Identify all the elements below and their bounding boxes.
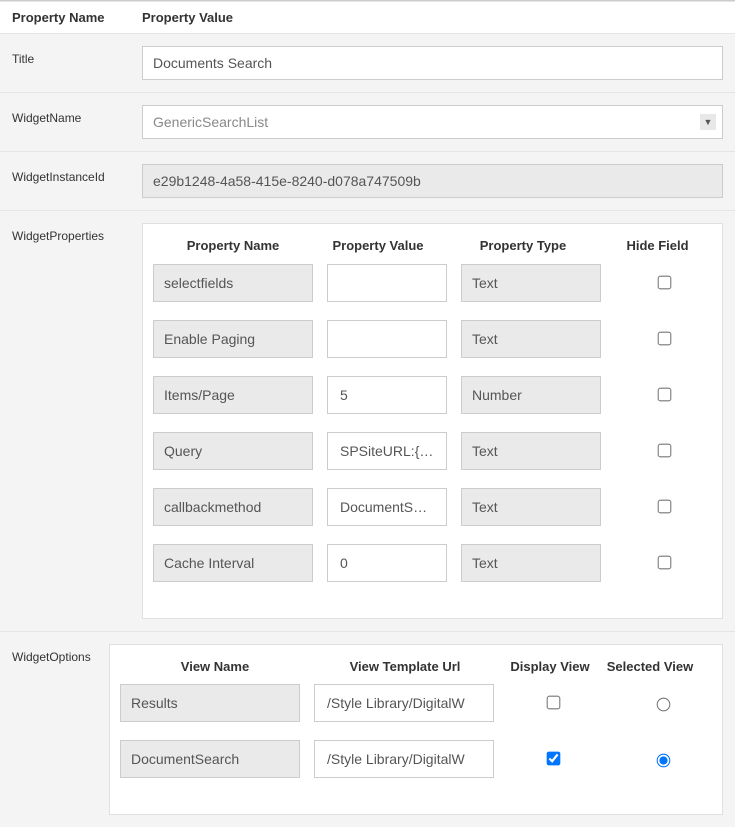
property-name-cell: Enable Paging (153, 320, 313, 358)
row-widget-properties: WidgetProperties Property Name Property … (0, 211, 735, 632)
widget-properties-panel: Property Name Property Value Property Ty… (142, 223, 723, 619)
property-value-cell[interactable] (327, 488, 447, 526)
property-value-cell[interactable] (327, 432, 447, 470)
props-header-type: Property Type (443, 238, 603, 254)
header-property-name: Property Name (12, 10, 142, 25)
property-name-cell: callbackmethod (153, 488, 313, 526)
props-header-hide: Hide Field (603, 238, 712, 254)
hide-field-checkbox[interactable] (657, 276, 671, 290)
input-title[interactable] (142, 46, 723, 80)
property-value-input[interactable] (338, 377, 436, 413)
property-value-input[interactable] (338, 545, 436, 581)
hide-field-checkbox[interactable] (657, 500, 671, 514)
header-property-value: Property Value (142, 10, 723, 25)
widget-properties-header: Property Name Property Value Property Ty… (153, 234, 712, 264)
property-type-cell: Number (461, 376, 601, 414)
property-value-cell[interactable] (327, 376, 447, 414)
opts-header-display: Display View (500, 659, 600, 674)
property-name-cell: Query (153, 432, 313, 470)
option-row: DocumentSearch (120, 740, 712, 778)
property-row: Cache Interval Text (153, 544, 712, 582)
hide-field-checkbox[interactable] (657, 556, 671, 570)
view-name-cell: Results (120, 684, 300, 722)
display-view-checkbox[interactable] (547, 696, 561, 710)
chevron-down-icon: ▼ (700, 114, 716, 130)
row-title: Title (0, 34, 735, 93)
label-widget-options: WidgetOptions (12, 644, 109, 664)
display-view-checkbox[interactable] (547, 752, 561, 766)
widget-options-header: View Name View Template Url Display View… (120, 655, 712, 684)
select-widget-name[interactable]: GenericSearchList ▼ (142, 105, 723, 139)
property-value-input[interactable] (338, 433, 436, 469)
property-type-cell: Text (461, 488, 601, 526)
view-name-cell: DocumentSearch (120, 740, 300, 778)
row-widget-instance-id: WidgetInstanceId e29b1248-4a58-415e-8240… (0, 152, 735, 211)
property-row: Enable Paging Text (153, 320, 712, 358)
property-value-cell[interactable] (327, 320, 447, 358)
property-type-cell: Text (461, 264, 601, 302)
property-type-cell: Text (461, 432, 601, 470)
readonly-widget-instance-id: e29b1248-4a58-415e-8240-d078a747509b (142, 164, 723, 198)
property-value-cell[interactable] (327, 544, 447, 582)
props-header-value: Property Value (313, 238, 443, 254)
select-widget-name-value: GenericSearchList (153, 114, 700, 130)
view-template-input[interactable] (325, 685, 483, 721)
selected-view-radio[interactable] (656, 753, 670, 767)
property-row: Items/Page Number (153, 376, 712, 414)
property-value-input[interactable] (338, 265, 436, 301)
property-value-cell[interactable] (327, 264, 447, 302)
view-template-input[interactable] (325, 741, 483, 777)
view-template-cell[interactable] (314, 684, 494, 722)
label-widget-properties: WidgetProperties (12, 223, 142, 243)
row-widget-options: WidgetOptions View Name View Template Ur… (0, 632, 735, 827)
label-title: Title (12, 46, 142, 66)
property-row: Query Text (153, 432, 712, 470)
property-value-input[interactable] (338, 321, 436, 357)
label-widget-name: WidgetName (12, 105, 142, 125)
widget-options-panel: View Name View Template Url Display View… (109, 644, 723, 815)
opts-header-selected: Selected View (600, 659, 700, 674)
selected-view-radio[interactable] (656, 697, 670, 711)
hide-field-checkbox[interactable] (657, 388, 671, 402)
opts-header-template: View Template Url (310, 659, 500, 674)
label-widget-instance-id: WidgetInstanceId (12, 164, 142, 184)
option-row: Results (120, 684, 712, 722)
property-value-input[interactable] (338, 489, 436, 525)
column-header-row: Property Name Property Value (0, 2, 735, 34)
opts-header-viewname: View Name (120, 659, 310, 674)
property-name-cell: Items/Page (153, 376, 313, 414)
row-widget-name: WidgetName GenericSearchList ▼ (0, 93, 735, 152)
property-type-cell: Text (461, 320, 601, 358)
props-header-name: Property Name (153, 238, 313, 254)
property-name-cell: selectfields (153, 264, 313, 302)
property-name-cell: Cache Interval (153, 544, 313, 582)
hide-field-checkbox[interactable] (657, 332, 671, 346)
property-row: callbackmethod Text (153, 488, 712, 526)
view-template-cell[interactable] (314, 740, 494, 778)
property-row: selectfields Text (153, 264, 712, 302)
property-type-cell: Text (461, 544, 601, 582)
hide-field-checkbox[interactable] (657, 444, 671, 458)
